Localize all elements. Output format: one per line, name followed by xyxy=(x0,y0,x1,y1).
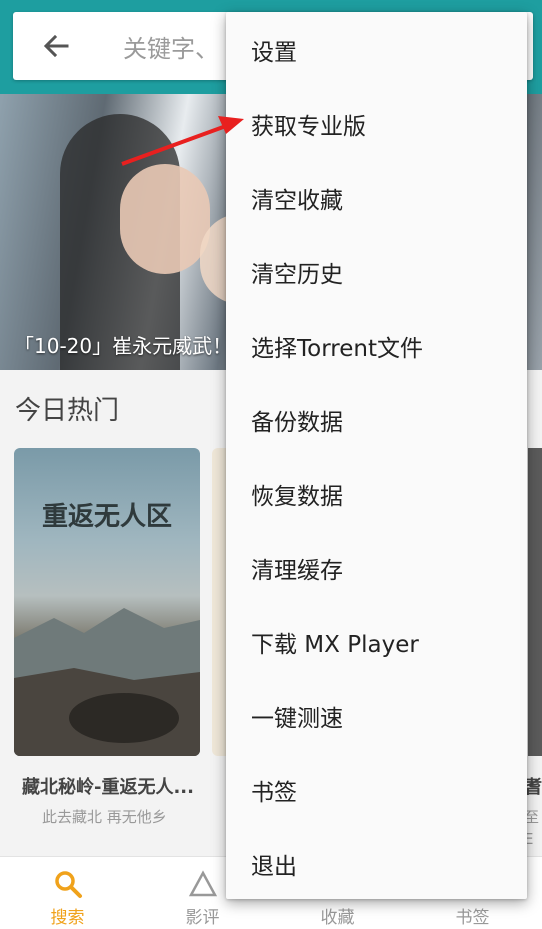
menu-item-label: 退出 xyxy=(251,854,297,880)
nav-label: 收藏 xyxy=(320,908,355,928)
menu-item-label: 书签 xyxy=(251,780,297,806)
menu-item-label: 恢复数据 xyxy=(251,484,343,510)
menu-item-exit[interactable]: 退出 xyxy=(226,826,527,900)
menu-item-download-mx-player[interactable]: 下载 MX Player xyxy=(226,604,527,678)
movie-subtitle: 此去藏北 再无他乡 xyxy=(42,808,167,826)
menu-item-speed-test[interactable]: 一键测速 xyxy=(226,678,527,752)
menu-item-clear-favorites[interactable]: 清空收藏 xyxy=(226,160,527,234)
menu-item-restore-data[interactable]: 恢复数据 xyxy=(226,456,527,530)
menu-item-clear-cache[interactable]: 清理缓存 xyxy=(226,530,527,604)
menu-item-backup-data[interactable]: 备份数据 xyxy=(226,382,527,456)
overflow-menu: 设置 获取专业版 清空收藏 清空历史 选择Torrent文件 备份数据 恢复数据… xyxy=(226,12,527,899)
search-input[interactable]: 关键字、 xyxy=(123,29,219,64)
menu-item-label: 清理缓存 xyxy=(251,558,343,584)
banner-image-face xyxy=(120,164,210,274)
poster-landscape xyxy=(14,608,200,756)
menu-item-select-torrent[interactable]: 选择Torrent文件 xyxy=(226,308,527,382)
movie-title[interactable]: 藏北秘岭-重返无人... xyxy=(22,773,194,799)
banner-caption: 「10-20」崔永元威武！ xyxy=(14,334,233,358)
menu-item-bookmarks[interactable]: 书签 xyxy=(226,752,527,826)
nav-tab-search[interactable]: 搜索 xyxy=(0,857,135,929)
nav-label: 书签 xyxy=(455,908,490,928)
menu-item-label: 选择Torrent文件 xyxy=(251,336,423,362)
search-icon xyxy=(54,871,82,898)
poster-title-art: 重返无人区 xyxy=(41,502,172,532)
menu-item-clear-history[interactable]: 清空历史 xyxy=(226,234,527,308)
menu-item-label: 一键测速 xyxy=(251,706,343,732)
nav-label: 搜索 xyxy=(50,908,85,928)
triangle-icon xyxy=(188,870,217,897)
movie-poster-partial[interactable] xyxy=(528,448,542,756)
movie-poster[interactable]: 重返无人区 xyxy=(14,448,200,756)
back-arrow-icon[interactable] xyxy=(41,31,71,61)
menu-item-label: 清空历史 xyxy=(251,262,343,288)
menu-item-label: 设置 xyxy=(251,40,297,66)
menu-item-settings[interactable]: 设置 xyxy=(226,12,527,86)
menu-item-label: 备份数据 xyxy=(251,410,343,436)
section-title: 今日热门 xyxy=(15,396,120,426)
menu-item-get-pro[interactable]: 获取专业版 xyxy=(226,86,527,160)
menu-item-label: 下载 MX Player xyxy=(251,632,419,658)
menu-item-label: 获取专业版 xyxy=(251,114,366,140)
nav-label: 影评 xyxy=(185,908,220,928)
menu-item-label: 清空收藏 xyxy=(251,188,343,214)
